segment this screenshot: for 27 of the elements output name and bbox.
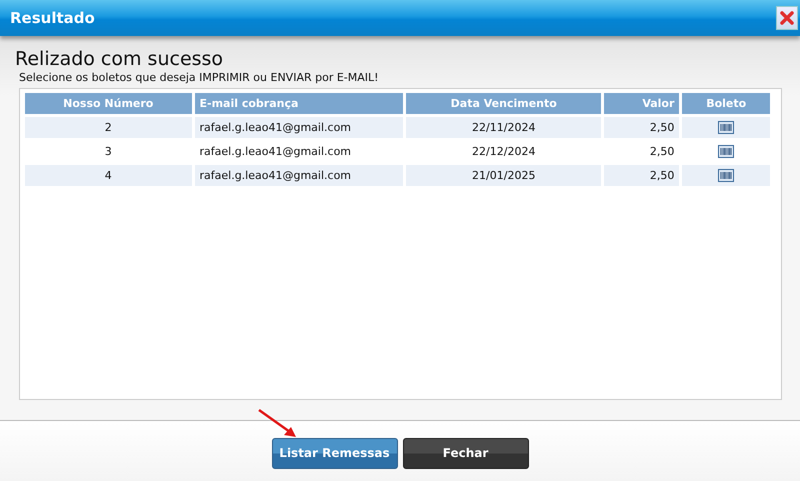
- table-cell-text: 22/12/2024: [471, 144, 536, 160]
- column-header: Valor: [604, 93, 680, 114]
- column-header: Boleto: [682, 93, 770, 114]
- table-cell: 2: [25, 117, 192, 138]
- close-dialog-button[interactable]: Fechar: [402, 438, 528, 468]
- column-header: E-mail cobrança: [194, 93, 404, 114]
- instruction-text: Selecione os boletos que deseja IMPRIMIR ou ENVIAR por E-MAIL!: [19, 71, 380, 84]
- column-header: Data Vencimento: [406, 93, 602, 114]
- table-cell: 2,50: [604, 165, 680, 186]
- column-header: Nosso Número: [25, 93, 192, 114]
- close-button[interactable]: [776, 6, 798, 30]
- table-cell-text: rafael.g.leao41@gmail.com: [198, 144, 352, 160]
- barcode-icon[interactable]: [718, 169, 734, 182]
- table-cell: 22/11/2024: [406, 117, 602, 138]
- table-cell-text: 2,50: [648, 144, 676, 160]
- success-heading: Relizado com sucesso: [15, 48, 224, 70]
- list-button[interactable]: Listar Remessas: [272, 438, 398, 468]
- barcode-icon[interactable]: [718, 121, 734, 134]
- table-cell: 2,50: [604, 117, 680, 138]
- barcode-icon[interactable]: [718, 145, 734, 158]
- table-cell: 21/01/2025: [406, 165, 602, 186]
- table-cell-text: 3: [104, 144, 113, 160]
- table-cell: rafael.g.leao41@gmail.com: [194, 117, 404, 138]
- table-cell: rafael.g.leao41@gmail.com: [194, 165, 404, 186]
- annotation-arrow: [257, 408, 299, 440]
- window-title: Resultado: [10, 9, 95, 27]
- table-cell: 4: [25, 165, 192, 186]
